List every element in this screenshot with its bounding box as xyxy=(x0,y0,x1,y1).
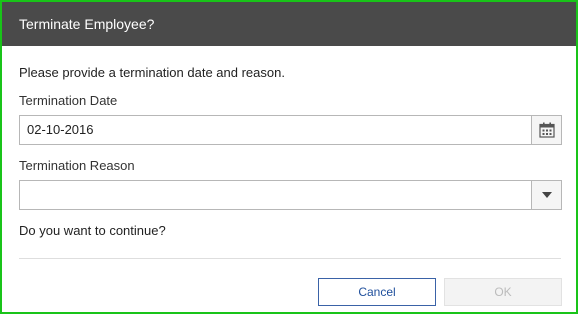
ok-button-label[interactable]: OK xyxy=(494,285,511,299)
reason-dropdown-button[interactable] xyxy=(531,181,561,209)
termination-date-value[interactable]: 02-10-2016 xyxy=(27,116,94,144)
termination-date-field[interactable]: 02-10-2016 xyxy=(19,115,562,145)
termination-date-label: Termination Date xyxy=(19,93,118,108)
divider xyxy=(19,258,561,259)
continue-question: Do you want to continue? xyxy=(19,223,166,238)
ok-button[interactable]: OK xyxy=(444,278,562,306)
cancel-button-label[interactable]: Cancel xyxy=(358,285,395,299)
caret-down-icon[interactable] xyxy=(541,192,552,198)
dialog-header: Terminate Employee? xyxy=(2,2,576,46)
terminate-employee-dialog: Terminate Employee? Please provide a ter… xyxy=(0,0,578,314)
cancel-button[interactable]: Cancel xyxy=(318,278,436,306)
intro-text: Please provide a termination date and re… xyxy=(19,65,285,80)
calendar-icon[interactable] xyxy=(538,121,556,139)
calendar-button[interactable] xyxy=(531,116,561,144)
dialog-title: Terminate Employee? xyxy=(19,16,155,32)
termination-reason-select[interactable] xyxy=(19,180,562,210)
termination-reason-label: Termination Reason xyxy=(19,158,135,173)
